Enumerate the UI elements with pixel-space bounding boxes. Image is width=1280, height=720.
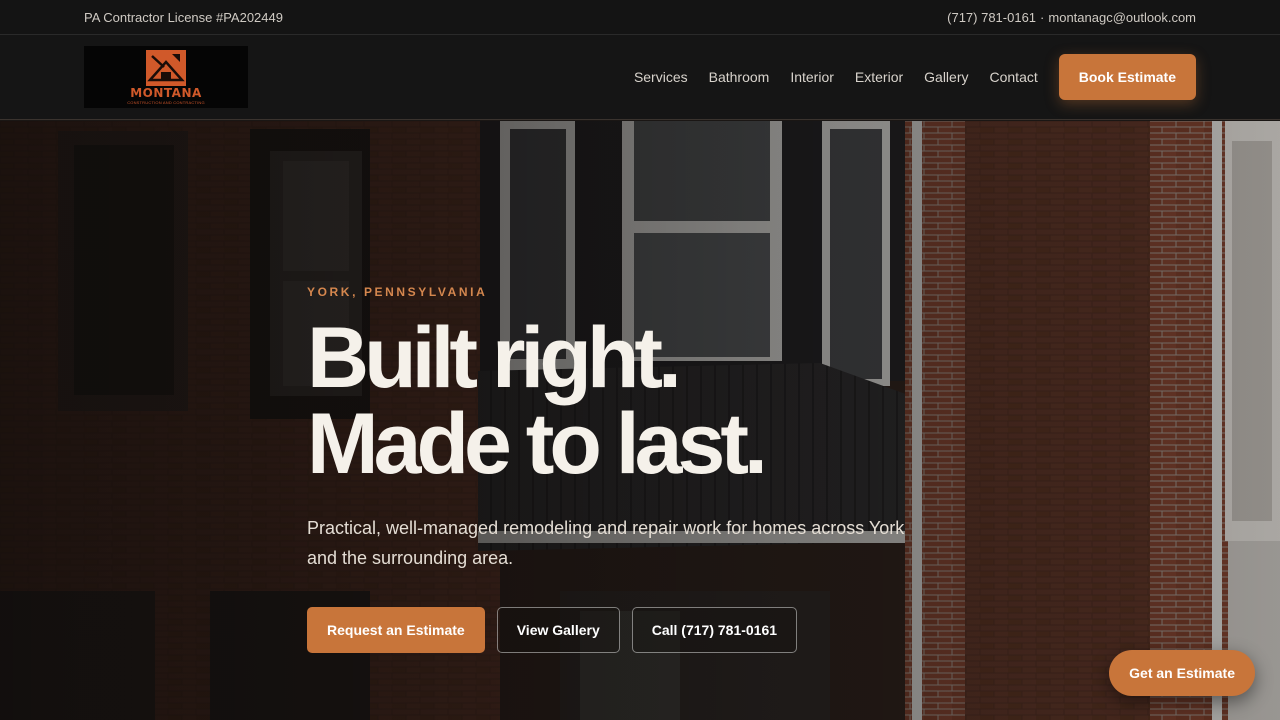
nav-item-services[interactable]: Services [634, 69, 688, 85]
license-text: PA Contractor License #PA202449 [84, 9, 283, 25]
hero-eyebrow: YORK, PENNSYLVANIA [307, 285, 488, 299]
nav-item-exterior[interactable]: Exterior [855, 69, 903, 85]
house-logo-icon [146, 49, 186, 86]
call-button[interactable]: Call (717) 781-0161 [631, 607, 798, 653]
hero-cta-row: Request an Estimate View Gallery Call (7… [307, 607, 947, 653]
nav-item-contact[interactable]: Contact [990, 69, 1038, 85]
nav-item-bathroom[interactable]: Bathroom [709, 69, 770, 85]
hero-subtext: Practical, well-managed remodeling and r… [307, 518, 905, 568]
hero-content: YORK, PENNSYLVANIA Built right. Made to … [307, 285, 947, 653]
hero-headline: Built right. Made to last. [307, 315, 947, 487]
nav-menu: Services Bathroom Interior Exterior Gall… [634, 54, 1196, 100]
hero-section: YORK, PENNSYLVANIA Built right. Made to … [0, 121, 1280, 720]
logo-name: MONTANA [130, 85, 202, 100]
headline-line-2: Made to last. [307, 396, 768, 492]
main-nav: MONTANA CONSTRUCTION AND CONTRACTING Ser… [0, 35, 1280, 120]
view-gallery-button[interactable]: View Gallery [496, 607, 620, 653]
headline-line-1: Built right. [307, 310, 682, 406]
topbar-phone-link[interactable]: (717) 781-0161 [947, 10, 1036, 25]
book-estimate-button[interactable]: Book Estimate [1058, 54, 1196, 100]
logo[interactable]: MONTANA CONSTRUCTION AND CONTRACTING [84, 46, 248, 108]
top-bar: PA Contractor License #PA202449 (717) 78… [0, 0, 1280, 35]
request-estimate-button[interactable]: Request an Estimate [307, 607, 485, 653]
topbar-email-link[interactable]: montanagc@outlook.com [1048, 10, 1196, 25]
topbar-contact: (717) 781-0161 · montanagc@outlook.com [947, 10, 1196, 25]
nav-item-gallery[interactable]: Gallery [924, 69, 968, 85]
logo-tagline: CONSTRUCTION AND CONTRACTING [127, 99, 205, 105]
nav-item-interior[interactable]: Interior [790, 69, 834, 85]
floating-estimate-button[interactable]: Get an Estimate [1109, 650, 1255, 696]
topbar-separator: · [1040, 9, 1045, 25]
